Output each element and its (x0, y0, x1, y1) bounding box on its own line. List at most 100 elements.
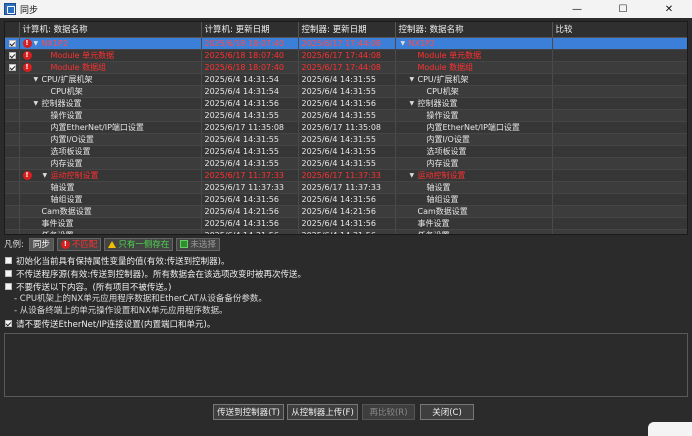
pc-name-cell[interactable]: 轴组设置 (19, 193, 202, 206)
column-header-ctrl-name[interactable]: 控制器: 数据名称 (395, 22, 553, 38)
row-select-cell[interactable] (5, 61, 20, 74)
pc-name-cell[interactable]: ! ▼ NX1P2 (19, 37, 202, 50)
row-select-cell[interactable] (5, 97, 20, 110)
row-select-cell[interactable] (5, 133, 20, 146)
pc-name-cell[interactable]: 任务设置 (19, 229, 202, 234)
pc-name-cell[interactable]: 内置EtherNet/IP端口设置 (19, 121, 202, 134)
ctrl-name-cell[interactable]: 轴组设置 (395, 193, 553, 206)
table-row[interactable]: 任务设置 2025/6/4 14:31:56 2025/6/4 14:31:56 任务… (5, 229, 687, 234)
pc-name-cell[interactable]: ! Module 数据组 (19, 61, 202, 74)
ctrl-name-cell[interactable]: 操作设置 (395, 109, 553, 122)
table-row[interactable]: 选项板设置 2025/6/4 14:31:55 2025/6/4 14:31:55 选… (5, 145, 687, 158)
close-window-button[interactable]: ✕ (646, 0, 692, 18)
pc-name-cell[interactable]: 事件设置 (19, 217, 202, 230)
row-select-cell[interactable] (5, 49, 20, 62)
pc-name-cell[interactable]: 选项板设置 (19, 145, 202, 158)
row-select-cell[interactable] (5, 85, 20, 98)
row-select-cell[interactable] (5, 145, 20, 158)
table-row[interactable]: ▼ CPU/扩展机架 2025/6/4 14:31:54 2025/6/4 14:31… (5, 73, 687, 86)
ctrl-name-cell[interactable]: ▼ 运动控制设置 (395, 169, 553, 182)
close-button[interactable]: 关闭(C) (420, 404, 474, 420)
row-select-cell[interactable] (5, 217, 20, 230)
ctrl-name-cell[interactable]: Module 数据组 (395, 61, 553, 74)
column-header-select[interactable] (5, 22, 20, 38)
expand-chevron-icon[interactable]: ▼ (410, 170, 418, 181)
pc-name-cell[interactable]: 内存设置 (19, 157, 202, 170)
ctrl-name-cell[interactable]: 选项板设置 (395, 145, 553, 158)
option-no-ethernetip-checkbox[interactable] (5, 320, 12, 327)
row-select-cell[interactable] (5, 169, 20, 182)
expand-chevron-icon[interactable]: ▼ (34, 98, 42, 109)
table-row[interactable]: 内置EtherNet/IP端口设置 2025/6/17 11:35:08 2025/… (5, 121, 687, 134)
column-header-pc-name[interactable]: 计算机: 数据名称 (19, 22, 202, 38)
option-no-source-checkbox[interactable] (5, 270, 12, 277)
pc-name-cell[interactable]: Cam数据设置 (19, 205, 202, 218)
transfer-from-controller-button[interactable]: 从控制器上传(F) (287, 404, 358, 420)
pc-name-cell[interactable]: ! Module 单元数据 (19, 49, 202, 62)
ctrl-name-cell[interactable]: ▼ 控制器设置 (395, 97, 553, 110)
row-select-cell[interactable] (5, 205, 20, 218)
table-row[interactable]: ! ▼ NX1P2 2025/6/18 18:07:40 2025/6/17 17:44… (5, 37, 687, 50)
pc-name-cell[interactable]: ! ▼ 运动控制设置 (19, 169, 202, 182)
row-select-cell[interactable] (5, 121, 20, 134)
ctrl-name-cell[interactable]: 内置EtherNet/IP端口设置 (395, 121, 553, 134)
row-select-cell[interactable] (5, 37, 20, 50)
comparison-grid[interactable]: 计算机: 数据名称 计算机: 更新日期 控制器: 更新日期 控制器: 数据名称 … (4, 21, 688, 235)
ctrl-name-cell[interactable]: 轴设置 (395, 181, 553, 194)
ctrl-name-cell[interactable]: CPU机架 (395, 85, 553, 98)
ctrl-name-cell[interactable]: 任务设置 (395, 229, 553, 234)
pc-name-cell[interactable]: 内置I/O设置 (19, 133, 202, 146)
row-checkbox[interactable] (9, 39, 16, 47)
ctrl-name-cell[interactable]: Cam数据设置 (395, 205, 553, 218)
option-init-retain[interactable]: 初始化当前具有保持属性变量的值(有效:传送到控制器)。 (4, 254, 688, 267)
minimize-button[interactable]: — (554, 0, 600, 18)
row-select-cell[interactable] (5, 181, 20, 194)
option-do-not-transfer[interactable]: 不要传送以下内容。(所有项目不被传送。) (4, 280, 688, 293)
table-row[interactable]: ▼ 控制器设置 2025/6/4 14:31:56 2025/6/4 14:31:56… (5, 97, 687, 110)
ctrl-name-cell[interactable]: Module 单元数据 (395, 49, 553, 62)
expand-chevron-icon[interactable]: ▼ (410, 74, 418, 85)
expand-chevron-icon[interactable]: ▼ (401, 38, 409, 49)
table-row[interactable]: 操作设置 2025/6/4 14:31:55 2025/6/4 14:31:55 操作… (5, 109, 687, 122)
pc-name-cell[interactable]: ▼ 控制器设置 (19, 97, 202, 110)
row-select-cell[interactable] (5, 109, 20, 122)
ctrl-name-cell[interactable]: 内置I/O设置 (395, 133, 553, 146)
table-row[interactable]: ! Module 单元数据 2025/6/18 18:07:40 2025/6/17 … (5, 49, 687, 62)
row-select-cell[interactable] (5, 73, 20, 86)
maximize-button[interactable]: ☐ (600, 0, 646, 18)
row-select-cell[interactable] (5, 193, 20, 206)
row-checkbox[interactable] (9, 63, 16, 71)
table-row[interactable]: 内置I/O设置 2025/6/4 14:31:55 2025/6/4 14:31:5… (5, 133, 687, 146)
ctrl-name-cell[interactable]: 内存设置 (395, 157, 553, 170)
expand-chevron-icon[interactable]: ▼ (43, 170, 51, 181)
pc-name-cell[interactable]: ▼ CPU/扩展机架 (19, 73, 202, 86)
column-header-compare[interactable]: 比较 (552, 22, 687, 38)
option-no-source[interactable]: 不传送程序源(有效:传送到控制器)。所有数据会在该选项改变时被再次传送。 (4, 267, 688, 280)
expand-chevron-icon[interactable]: ▼ (410, 98, 418, 109)
expand-chevron-icon[interactable]: ▼ (34, 74, 42, 85)
table-row[interactable]: Cam数据设置 2025/6/4 14:21:56 2025/6/4 14:21:5… (5, 205, 687, 218)
recompare-button[interactable]: 再比较(R) (362, 404, 415, 420)
expand-chevron-icon[interactable]: ▼ (34, 38, 42, 49)
table-row[interactable]: ! Module 数据组 2025/6/18 18:07:40 2025/6/17 1… (5, 61, 687, 74)
option-do-not-transfer-checkbox[interactable] (5, 283, 12, 290)
row-select-cell[interactable] (5, 157, 20, 170)
table-row[interactable]: 轴设置 2025/6/17 11:37:33 2025/6/17 11:37:33 轴… (5, 181, 687, 194)
table-row[interactable]: ! ▼ 运动控制设置 2025/6/17 11:37:33 2025/6/17 11:3… (5, 169, 687, 182)
option-init-retain-checkbox[interactable] (5, 257, 12, 264)
ctrl-name-cell[interactable]: 事件设置 (395, 217, 553, 230)
pc-name-cell[interactable]: CPU机架 (19, 85, 202, 98)
pc-name-cell[interactable]: 操作设置 (19, 109, 202, 122)
table-row[interactable]: 事件设置 2025/6/4 14:31:56 2025/6/4 14:31:56 事件… (5, 217, 687, 230)
pc-name-cell[interactable]: 轴设置 (19, 181, 202, 194)
row-select-cell[interactable] (5, 229, 20, 234)
row-checkbox[interactable] (9, 51, 16, 59)
table-row[interactable]: 轴组设置 2025/6/4 14:31:56 2025/6/4 14:31:56 轴组… (5, 193, 687, 206)
table-row[interactable]: 内存设置 2025/6/4 14:31:55 2025/6/4 14:31:55 内存… (5, 157, 687, 170)
ctrl-name-cell[interactable]: ▼ CPU/扩展机架 (395, 73, 553, 86)
ctrl-name-cell[interactable]: ▼ NX1P2 (395, 37, 553, 50)
option-no-ethernetip[interactable]: 请不要传送EtherNet/IP连接设置(内置端口和单元)。 (4, 317, 688, 330)
table-row[interactable]: CPU机架 2025/6/4 14:31:54 2025/6/4 14:31:55 C… (5, 85, 687, 98)
transfer-to-controller-button[interactable]: 传送到控制器(T) (213, 404, 284, 420)
column-header-pc-date[interactable]: 计算机: 更新日期 (201, 22, 299, 38)
